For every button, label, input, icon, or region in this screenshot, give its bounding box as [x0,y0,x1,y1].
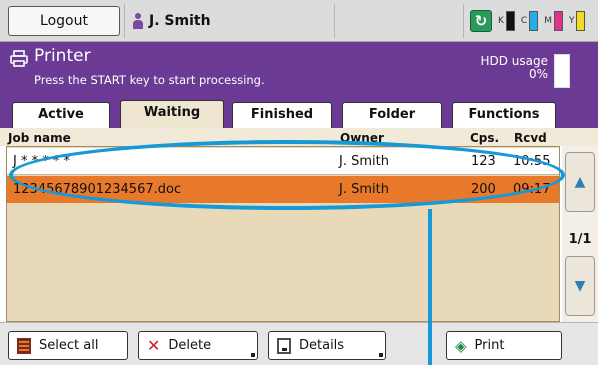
user-icon [133,13,143,29]
job-copies: 123 [471,154,496,169]
ink-m-bar [553,11,563,31]
column-job-name[interactable]: Job name [8,131,71,145]
print-button[interactable]: ◈ Print [446,331,562,360]
ink-y-bar [576,11,586,31]
page-indicator: 1/1 [568,232,592,247]
start-diamond-icon: ◈ [455,336,467,355]
table-row[interactable]: J * * * * * J. Smith 123 10:55 [7,148,559,175]
details-button[interactable]: Details [268,331,386,360]
printer-header: Printer Press the START key to start pro… [0,42,598,94]
job-list-header: Job name Owner Cps. Rcvd [0,128,598,146]
ink-m: M [544,11,563,31]
tab-folder[interactable]: Folder [342,102,442,128]
delete-button[interactable]: ✕ Delete [138,331,258,360]
status-message: Press the START key to start processing. [34,73,265,87]
job-name: 12345678901234567.doc [13,182,182,197]
column-copies[interactable]: Cps. [470,131,499,145]
ink-k-bar [505,11,515,31]
delete-x-icon: ✕ [147,336,161,355]
refresh-icon[interactable]: ↻ [470,10,492,32]
tab-bar: Active Waiting Finished Folder Functions [0,94,598,128]
status-cell [334,4,464,38]
page-title: Printer [34,46,91,66]
tab-waiting[interactable]: Waiting [120,100,224,128]
job-owner: J. Smith [339,154,389,169]
hdd-usage: HDD usage 0% [468,55,548,81]
triangle-up-icon: ▲ [574,174,586,190]
column-owner[interactable]: Owner [340,131,384,145]
job-copies: 200 [471,182,496,197]
action-bar: Select all ✕ Delete Details ◈ Print [0,322,598,365]
scroll-up-button[interactable]: ▲ [565,152,595,212]
job-list: J * * * * * J. Smith 123 10:55 123456789… [6,146,560,322]
printer-icon [10,50,28,67]
tab-active[interactable]: Active [12,102,110,128]
tab-functions[interactable]: Functions [452,102,556,128]
details-label: Details [299,338,345,353]
list-icon [17,337,31,354]
logout-button[interactable]: Logout [8,6,120,36]
job-received: 10:55 [513,154,551,169]
print-label: Print [474,338,505,353]
delete-label: Delete [168,338,212,353]
top-status-bar: Logout J. Smith ↻ K C M Y [0,0,598,42]
tab-finished[interactable]: Finished [232,102,332,128]
ink-k: K [498,11,515,31]
hdd-usage-meter [554,54,570,88]
ink-levels: ↻ K C M Y [470,8,586,34]
document-icon [277,337,291,354]
submenu-indicator [251,353,255,357]
ink-c: C [521,11,539,31]
job-name: J * * * * * [13,154,70,169]
hdd-usage-value: 0% [528,67,548,81]
user-name: J. Smith [149,13,211,29]
current-user: J. Smith [124,4,334,38]
submenu-indicator [379,353,383,357]
ink-y: Y [569,11,586,31]
ink-c-bar [529,11,539,31]
scroll-sidebar: ▲ 1/1 ▼ [562,146,598,322]
scroll-down-button[interactable]: ▼ [565,256,595,316]
triangle-down-icon: ▼ [574,278,586,294]
job-owner: J. Smith [339,182,389,197]
job-received: 09:17 [513,182,551,197]
column-received[interactable]: Rcvd [514,131,547,145]
select-all-label: Select all [39,338,99,353]
select-all-button[interactable]: Select all [8,331,128,360]
table-row-selected[interactable]: 12345678901234567.doc J. Smith 200 09:17 [7,176,559,203]
